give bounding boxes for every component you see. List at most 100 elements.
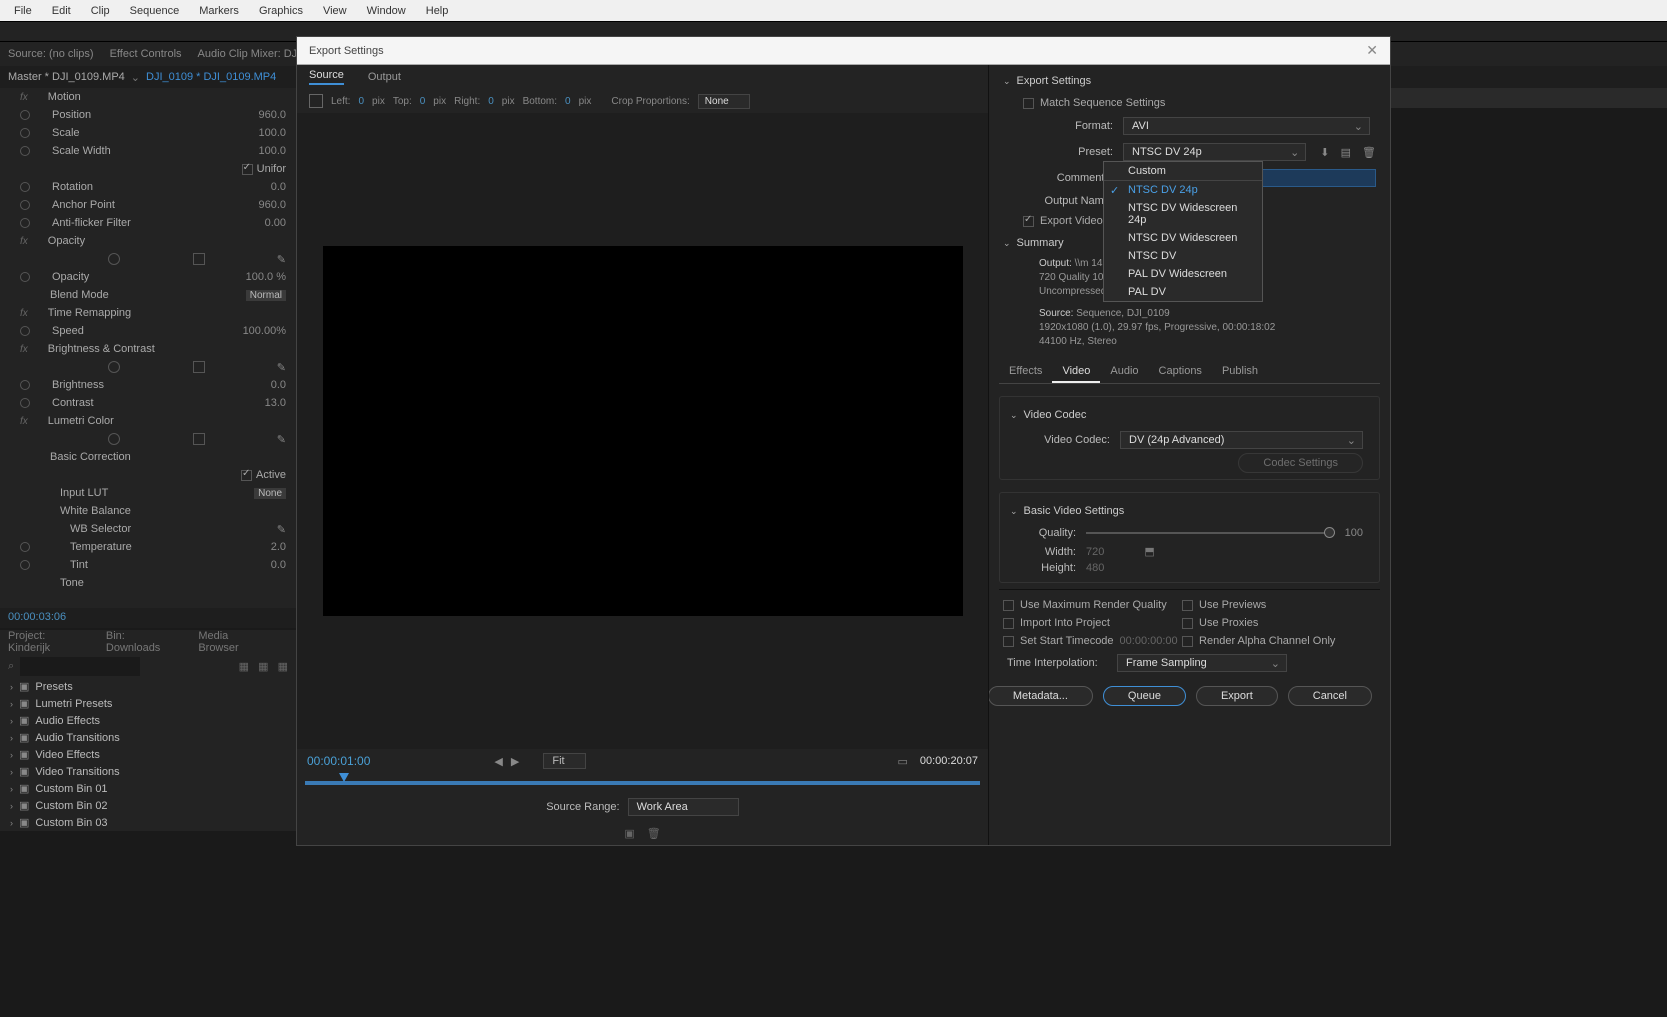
mask-ellipse-icon[interactable]	[108, 253, 120, 265]
contrast-value[interactable]: 13.0	[226, 397, 286, 409]
keyframe-toggle[interactable]	[20, 398, 30, 408]
tab-media-browser[interactable]: Media Browser	[198, 630, 264, 654]
menu-edit[interactable]: Edit	[42, 3, 81, 19]
menu-clip[interactable]: Clip	[81, 3, 120, 19]
scale-value[interactable]: 100.0	[226, 127, 286, 139]
aspect-icon[interactable]: ▭	[897, 755, 907, 768]
use-proxies-checkbox[interactable]	[1182, 618, 1193, 629]
menu-graphics[interactable]: Graphics	[249, 3, 313, 19]
input-lut-value[interactable]: None	[254, 488, 286, 499]
export-video-checkbox[interactable]	[1023, 216, 1034, 227]
preset-option-pal[interactable]: PAL DV	[1104, 283, 1262, 301]
preset-option-pal-wide[interactable]: PAL DV Widescreen	[1104, 265, 1262, 283]
mask-ellipse-icon[interactable]	[108, 433, 120, 445]
time-remap-group[interactable]: Time Remapping	[32, 307, 286, 319]
rotation-value[interactable]: 0.0	[226, 181, 286, 193]
video-codec-select[interactable]: DV (24p Advanced)	[1120, 431, 1363, 449]
mask-rect-icon[interactable]	[193, 361, 205, 373]
bc-group[interactable]: Brightness & Contrast	[32, 343, 286, 355]
width-value[interactable]: 720	[1086, 546, 1104, 558]
format-select[interactable]: AVI	[1123, 117, 1370, 135]
tab-output[interactable]: Output	[368, 71, 401, 83]
keyframe-toggle[interactable]	[20, 326, 30, 336]
crop-bottom-value[interactable]: 0	[565, 96, 571, 107]
menu-help[interactable]: Help	[416, 3, 459, 19]
preset-option-ntsc[interactable]: NTSC DV	[1104, 247, 1262, 265]
bin-row[interactable]: ›▣Presets	[0, 678, 296, 695]
delete-preset-icon[interactable]: 🗑	[1362, 147, 1376, 159]
crop-top-value[interactable]: 0	[420, 96, 426, 107]
match-sequence-checkbox[interactable]	[1023, 98, 1034, 109]
crop-right-value[interactable]: 0	[488, 96, 494, 107]
sequence-clip-name[interactable]: DJI_0109 * DJI_0109.MP4	[146, 71, 276, 83]
caret-icon[interactable]: ⌄	[1010, 506, 1018, 517]
blend-mode-value[interactable]: Normal	[246, 290, 286, 301]
mask-pen-icon[interactable]: ✎	[277, 433, 286, 446]
preset-option-ntsc-wide[interactable]: NTSC DV Widescreen	[1104, 229, 1262, 247]
tab-effects[interactable]: Effects	[999, 361, 1052, 383]
opacity-group[interactable]: Opacity	[32, 235, 286, 247]
menu-file[interactable]: File	[4, 3, 42, 19]
mask-pen-icon[interactable]: ✎	[277, 361, 286, 374]
motion-group[interactable]: Motion	[32, 91, 286, 103]
set-timecode-checkbox[interactable]	[1003, 636, 1014, 647]
max-render-checkbox[interactable]	[1003, 600, 1014, 611]
close-icon[interactable]: ✕	[1366, 42, 1378, 59]
preset-option-ntsc-wide24p[interactable]: NTSC DV Widescreen 24p	[1104, 199, 1262, 229]
preset-icon-1[interactable]: ▦	[239, 661, 249, 673]
white-balance-group[interactable]: White Balance	[20, 505, 286, 517]
tab-bin[interactable]: Bin: Downloads	[106, 630, 174, 654]
import-project-checkbox[interactable]	[1003, 618, 1014, 629]
effects-search-input[interactable]	[20, 657, 140, 676]
caret-icon[interactable]: ⌄	[1003, 238, 1011, 249]
keyframe-toggle[interactable]	[20, 380, 30, 390]
step-forward-icon[interactable]: ▶	[511, 755, 519, 768]
source-range-select[interactable]: Work Area	[628, 798, 739, 816]
time-interp-select[interactable]: Frame Sampling	[1117, 654, 1287, 672]
preset-option-custom[interactable]: Custom	[1104, 162, 1262, 181]
folder-icon[interactable]: ▣	[624, 827, 634, 840]
eyedropper-icon[interactable]: ✎	[277, 523, 286, 536]
temperature-value[interactable]: 2.0	[226, 541, 286, 553]
mask-rect-icon[interactable]	[193, 433, 205, 445]
keyframe-toggle[interactable]	[20, 146, 30, 156]
keyframe-toggle[interactable]	[20, 128, 30, 138]
tab-audio-mixer[interactable]: Audio Clip Mixer: DJI	[198, 48, 301, 60]
render-alpha-checkbox[interactable]	[1182, 636, 1193, 647]
playhead-icon[interactable]	[339, 773, 349, 782]
opacity-value[interactable]: 100.0 %	[226, 271, 286, 283]
bin-row[interactable]: ›▣Video Transitions	[0, 763, 296, 780]
caret-icon[interactable]: ⌄	[1003, 76, 1011, 87]
set-timecode-value[interactable]: 00:00:00:00	[1120, 635, 1178, 647]
timecode-in[interactable]: 00:00:01:00	[307, 754, 370, 768]
link-dimensions-icon[interactable]: ⬒	[1144, 545, 1154, 558]
bin-row[interactable]: ›▣Video Effects	[0, 746, 296, 763]
bin-row[interactable]: ›▣Audio Transitions	[0, 729, 296, 746]
mask-ellipse-icon[interactable]	[108, 361, 120, 373]
mask-rect-icon[interactable]	[193, 253, 205, 265]
bin-row[interactable]: ›▣Custom Bin 03	[0, 814, 296, 831]
tab-video[interactable]: Video	[1052, 361, 1100, 383]
tone-group[interactable]: Tone	[20, 577, 286, 589]
bin-row[interactable]: ›▣Audio Effects	[0, 712, 296, 729]
keyframe-toggle[interactable]	[20, 542, 30, 552]
metadata-button[interactable]: Metadata...	[989, 686, 1093, 706]
caret-icon[interactable]: ⌄	[1010, 410, 1018, 421]
tab-captions[interactable]: Captions	[1149, 361, 1212, 383]
bin-row[interactable]: ›▣Custom Bin 02	[0, 797, 296, 814]
queue-button[interactable]: Queue	[1103, 686, 1186, 706]
tab-publish[interactable]: Publish	[1212, 361, 1268, 383]
mask-pen-icon[interactable]: ✎	[277, 253, 286, 266]
tab-effect-controls[interactable]: Effect Controls	[110, 48, 182, 60]
keyframe-toggle[interactable]	[20, 200, 30, 210]
preset-icon-3[interactable]: ▦	[278, 661, 288, 673]
dialog-titlebar[interactable]: Export Settings ✕	[297, 37, 1390, 65]
cancel-button[interactable]: Cancel	[1288, 686, 1372, 706]
keyframe-toggle[interactable]	[20, 560, 30, 570]
keyframe-toggle[interactable]	[20, 110, 30, 120]
tab-audio[interactable]: Audio	[1100, 361, 1148, 383]
slider-thumb[interactable]	[1324, 527, 1335, 538]
preset-select[interactable]: NTSC DV 24p	[1123, 143, 1306, 161]
lumetri-group[interactable]: Lumetri Color	[32, 415, 286, 427]
crop-icon[interactable]	[309, 94, 323, 108]
